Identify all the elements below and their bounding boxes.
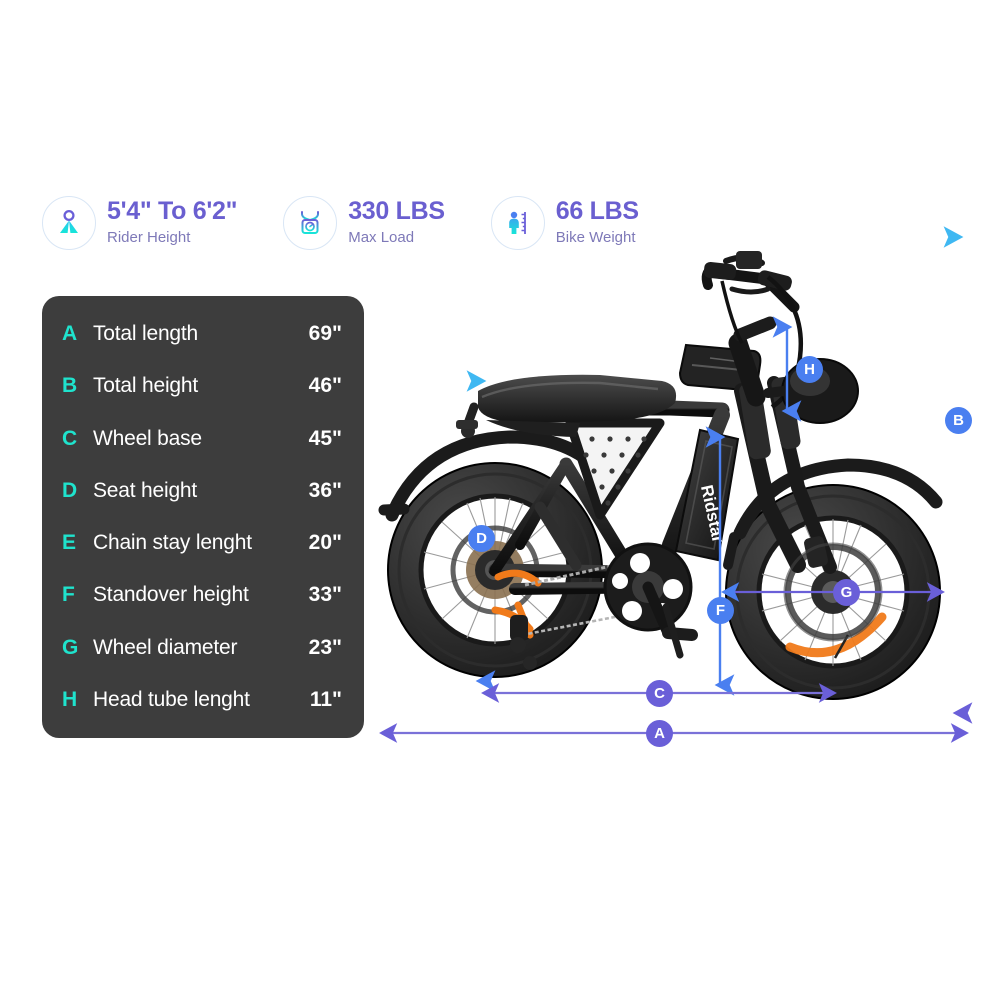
dimension-marker-c[interactable]: C: [646, 680, 673, 707]
spec-value: 36": [308, 478, 342, 502]
spec-name: Standover height: [93, 583, 249, 607]
spec-value: 45": [308, 426, 342, 450]
stat-label: Rider Height: [107, 228, 191, 246]
spec-letter: H: [62, 687, 78, 711]
dimension-marker-g[interactable]: G: [833, 579, 860, 606]
spec-letter: F: [62, 583, 75, 607]
specification-table: A Total length 69" B Total height 46" C …: [42, 296, 364, 738]
dimension-marker-b[interactable]: B: [945, 407, 972, 434]
spec-value: 11": [309, 687, 342, 711]
spec-letter: C: [62, 426, 78, 450]
stat-value: 5'4" To 6'2": [107, 197, 238, 226]
dimension-lines-layer: [379, 226, 973, 743]
spec-row: B Total height 46": [62, 374, 342, 398]
spec-name: Head tube lenght: [93, 687, 250, 711]
spec-row: C Wheel base 45": [62, 427, 342, 451]
spec-name: Wheel base: [93, 426, 202, 450]
bike-diagram: Ridstar B D F H G C A: [370, 215, 990, 760]
spec-name: Total height: [93, 374, 199, 398]
ebike-dimension-infographic: { "page": { "background": "#ffffff", "br…: [0, 0, 1000, 1000]
spec-value: 33": [308, 583, 342, 607]
spec-letter: E: [62, 531, 77, 555]
spec-value: 69": [308, 322, 342, 345]
spec-row: H Head tube lenght 11": [62, 688, 342, 712]
spec-row: E Chain stay lenght 20": [62, 531, 342, 555]
max-load-scale-icon: [283, 196, 338, 250]
spec-value: 23": [308, 635, 342, 659]
spec-value: 20": [308, 531, 342, 555]
dimension-marker-f[interactable]: F: [707, 597, 734, 624]
spec-letter: B: [62, 374, 78, 398]
spec-name: Chain stay lenght: [93, 531, 252, 555]
dimension-marker-a[interactable]: A: [646, 720, 673, 747]
rider-height-icon: [42, 196, 96, 250]
spec-name: Total length: [93, 322, 199, 345]
dimension-marker-h[interactable]: H: [796, 356, 823, 383]
spec-row: D Seat height 36": [62, 479, 342, 503]
spec-row: G Wheel diameter 23": [62, 636, 342, 660]
spec-name: Wheel diameter: [93, 635, 238, 659]
spec-row: A Total length 69": [62, 322, 342, 346]
dimension-marker-d[interactable]: D: [468, 525, 495, 552]
spec-letter: G: [62, 635, 79, 659]
stat-rider-height: 5'4" To 6'2" Rider Height: [42, 196, 238, 250]
spec-value: 46": [308, 374, 342, 398]
spec-letter: D: [62, 478, 78, 502]
spec-letter: A: [62, 322, 78, 345]
spec-name: Seat height: [93, 478, 198, 502]
spec-row: F Standover height 33": [62, 583, 342, 607]
